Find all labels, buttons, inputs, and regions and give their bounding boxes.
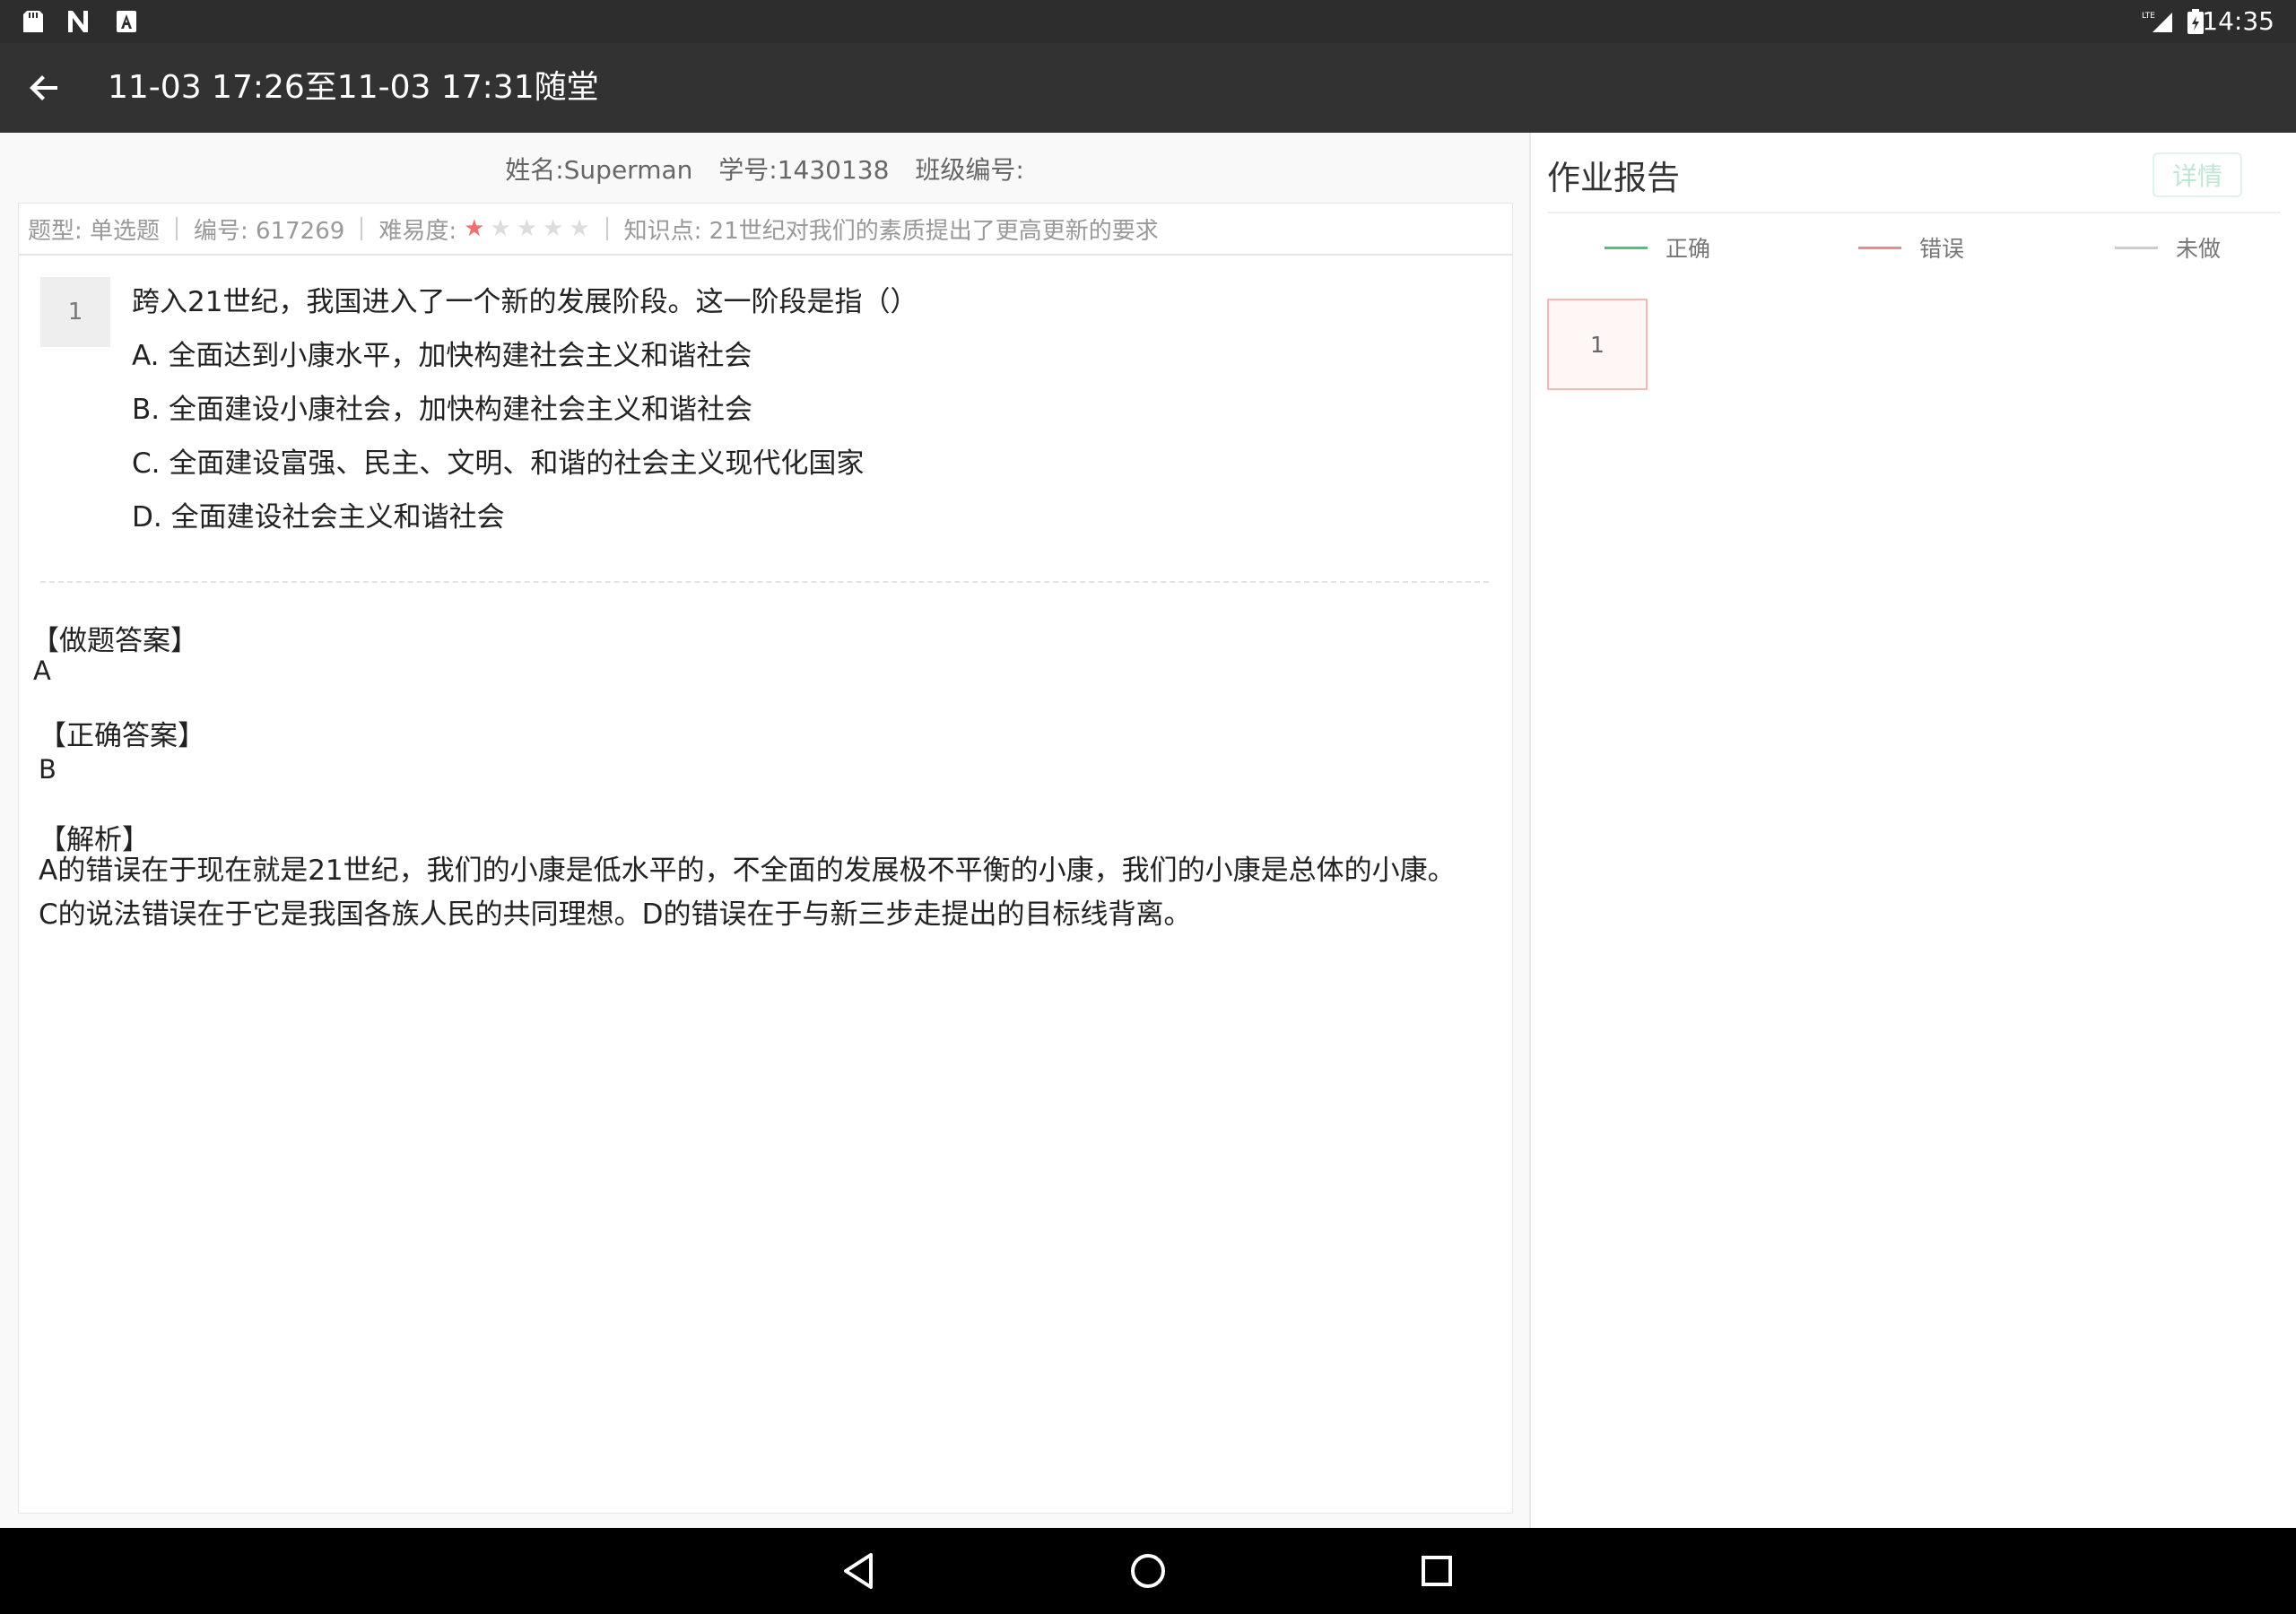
correct-answer-value: B: [39, 754, 57, 785]
triangle-back-icon: [844, 1553, 873, 1589]
svg-text:LTE: LTE: [2142, 12, 2155, 21]
student-info: 姓名:Superman 学号:1430138 班级编号:: [0, 151, 1529, 187]
app-bar: 11-03 17:26至11-03 17:31随堂: [0, 43, 2296, 133]
legend-undone-line: [2115, 246, 2158, 249]
difficulty-label: 难易度:: [378, 217, 457, 245]
legend-correct: 正确: [1605, 231, 1710, 264]
navigation-bar: [0, 1528, 2296, 1614]
report-panel: 作业报告 详情 正确 错误 未做 1: [1531, 133, 2296, 1528]
status-time: 14:35: [2202, 6, 2274, 36]
star-icon: ★: [543, 215, 564, 242]
lte-signal-icon: LTE: [2142, 12, 2172, 32]
divider: [1547, 212, 2281, 213]
back-button[interactable]: [16, 59, 74, 117]
detail-button[interactable]: 详情: [2152, 152, 2242, 197]
student-class: 班级编号:: [915, 155, 1024, 185]
question-code: 编号: 617269: [194, 217, 345, 245]
option-d: D. 全面建设社会主义和谐社会: [132, 501, 505, 534]
divider: [605, 217, 608, 240]
nav-recents-button[interactable]: [1408, 1544, 1465, 1598]
page-title: 11-03 17:26至11-03 17:31随堂: [108, 69, 599, 106]
report-question-1[interactable]: 1: [1547, 299, 1648, 390]
nav-home-button[interactable]: [1119, 1544, 1177, 1598]
question-meta: 题型: 单选题 编号: 617269 难易度: ★ ★ ★ ★ ★ 知识点: 21世纪对…: [19, 204, 1512, 256]
n-icon: [68, 11, 88, 32]
star-icon: ★: [569, 215, 590, 242]
my-answer-title: 【做题答案】: [31, 625, 198, 657]
question-number: 1: [40, 277, 110, 347]
question-type: 题型: 单选题: [28, 217, 161, 245]
student-id: 学号:1430138: [718, 155, 890, 185]
legend-wrong: 错误: [1858, 231, 1964, 264]
legend-undone: 未做: [2115, 231, 2221, 264]
legend-undone-label: 未做: [2176, 236, 2222, 262]
sd-card-icon: [23, 11, 43, 32]
question-panel: 姓名:Superman 学号:1430138 班级编号: 题型: 单选题 编号:…: [0, 133, 1529, 1528]
legend-correct-label: 正确: [1665, 236, 1711, 262]
nav-back-button[interactable]: [830, 1544, 887, 1598]
question-text: 跨入21世纪，我国进入了一个新的发展阶段。这一阶段是指（）: [132, 286, 918, 318]
a-icon: [117, 11, 136, 32]
star-icon: ★: [490, 215, 511, 242]
dashed-divider: [40, 581, 1489, 583]
option-c: C. 全面建设富强、民主、文明、和谐的社会主义现代化国家: [132, 447, 865, 480]
option-b: B. 全面建设小康社会，加快构建社会主义和谐社会: [132, 394, 752, 426]
legend-wrong-line: [1858, 246, 1901, 249]
my-answer-value: A: [33, 655, 51, 686]
legend-correct-line: [1605, 246, 1648, 249]
report-title: 作业报告: [1547, 159, 1680, 197]
star-icon: ★: [464, 215, 485, 242]
knowledge-point: 知识点: 21世纪对我们的素质提出了更高更新的要求: [623, 217, 1159, 245]
option-a: A. 全面达到小康水平，加快构建社会主义和谐社会: [132, 340, 752, 372]
correct-answer-title: 【正确答案】: [39, 720, 205, 752]
analysis-text: A的错误在于现在就是21世纪，我们的小康是低水平的，不全面的发展极不平衡的小康，…: [39, 855, 1456, 931]
arrow-left-icon: [30, 75, 57, 100]
star-icon: ★: [516, 215, 538, 242]
circle-home-icon: [1131, 1554, 1165, 1588]
legend-wrong-label: 错误: [1919, 236, 1965, 262]
student-name: 姓名:Superman: [505, 155, 693, 185]
divider: [176, 217, 178, 240]
divider: [361, 217, 363, 240]
difficulty-stars: ★ ★ ★ ★ ★: [464, 215, 590, 242]
question-card: 题型: 单选题 编号: 617269 难易度: ★ ★ ★ ★ ★ 知识点: 21世纪对…: [18, 203, 1513, 1514]
status-bar: LTE 14:35: [0, 0, 2296, 43]
square-recents-icon: [1422, 1556, 1452, 1586]
